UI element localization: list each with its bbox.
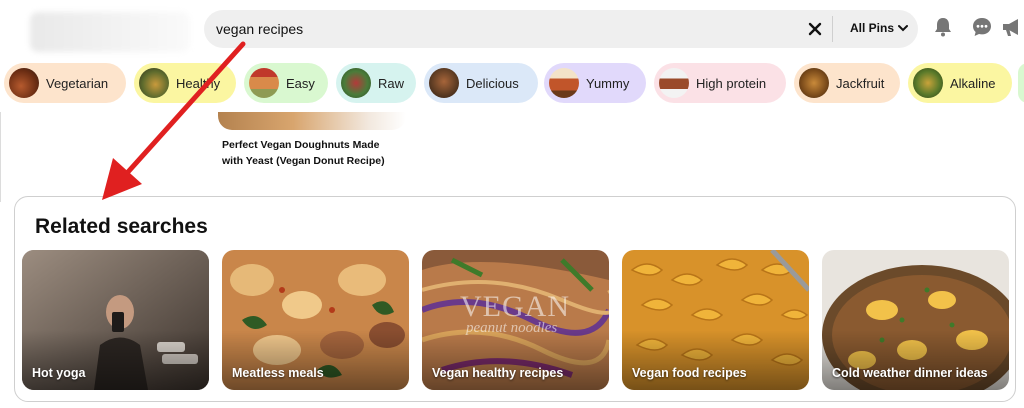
- chip-label: High protein: [696, 76, 767, 91]
- chip-thumbnail: [429, 68, 459, 98]
- related-card-vegan-food-recipes[interactable]: Vegan food recipes: [622, 250, 809, 390]
- chip-label: Healthy: [176, 76, 221, 91]
- search-divider: [832, 16, 833, 42]
- card-label: Vegan healthy recipes: [432, 366, 564, 380]
- search-bar[interactable]: vegan recipes All Pins: [204, 10, 918, 48]
- card-label: Hot yoga: [32, 366, 86, 380]
- pin-title[interactable]: Perfect Vegan Doughnuts Made with Yeast …: [222, 137, 402, 169]
- chip-label: Jackfruit: [836, 76, 885, 91]
- chip-healthy[interactable]: Healthy: [134, 63, 236, 103]
- card-gradient: [22, 330, 209, 390]
- pin-image[interactable]: [218, 112, 406, 130]
- chat-icon[interactable]: [971, 16, 993, 38]
- chip-jackfruit[interactable]: Jackfruit: [794, 63, 900, 103]
- chip-easy[interactable]: Easy: [244, 63, 328, 103]
- card-label: Cold weather dinner ideas: [832, 366, 988, 380]
- chip-thumbnail: [341, 68, 371, 98]
- search-input[interactable]: vegan recipes: [216, 21, 303, 37]
- chip-thumbnail: [913, 68, 943, 98]
- filter-chip-row: Vegetarian Healthy Easy Raw Delicious Yu…: [0, 63, 1024, 105]
- chip-thumbnail: [249, 68, 279, 98]
- card-gradient: [422, 330, 609, 390]
- card-overlay-title: VEGAN: [460, 290, 570, 323]
- chip-thumbnail: [799, 68, 829, 98]
- search-scope-dropdown[interactable]: All Pins: [850, 21, 909, 35]
- chip-label: Yummy: [586, 76, 630, 91]
- related-card-vegan-healthy-recipes[interactable]: VEGAN peanut noodles Vegan healthy recip…: [422, 250, 609, 390]
- blurred-logo[interactable]: [30, 12, 190, 52]
- card-gradient: [622, 330, 809, 390]
- related-card-cold-weather-dinner-ideas[interactable]: Cold weather dinner ideas: [822, 250, 1009, 390]
- chip-label: Vegetarian: [46, 76, 109, 91]
- chevron-down-icon: [898, 25, 909, 32]
- close-icon: [808, 22, 822, 36]
- scope-label: All Pins: [850, 21, 895, 35]
- chip-thumbnail: [9, 68, 39, 98]
- card-gradient: [222, 330, 409, 390]
- related-card-meatless-meals[interactable]: Meatless meals: [222, 250, 409, 390]
- chip-yummy[interactable]: Yummy: [544, 63, 646, 103]
- chip-label: Easy: [286, 76, 315, 91]
- chip-alkaline[interactable]: Alkaline: [908, 63, 1012, 103]
- chip-label: Raw: [378, 76, 405, 91]
- related-card-hot-yoga[interactable]: Hot yoga: [22, 250, 209, 390]
- chip-thumbnail: [139, 68, 169, 98]
- chip-partial[interactable]: [1018, 63, 1024, 103]
- related-searches-title: Related searches: [35, 215, 208, 238]
- chip-thumbnail: [549, 68, 579, 98]
- chip-label: Alkaline: [950, 76, 996, 91]
- card-gradient: [822, 330, 1009, 390]
- card-label: Vegan food recipes: [632, 366, 747, 380]
- clear-search-button[interactable]: [804, 18, 826, 40]
- left-edge-divider: [0, 112, 1, 202]
- megaphone-icon[interactable]: [1000, 16, 1022, 38]
- chip-vegetarian[interactable]: Vegetarian: [4, 63, 126, 103]
- chip-raw[interactable]: Raw: [336, 63, 416, 103]
- related-searches-panel: Related searches Hot yoga Meatless meals…: [14, 196, 1016, 402]
- card-label: Meatless meals: [232, 366, 324, 380]
- bell-icon[interactable]: [932, 16, 954, 38]
- chip-high-protein[interactable]: High protein: [654, 63, 786, 103]
- chip-delicious[interactable]: Delicious: [424, 63, 538, 103]
- chip-label: Delicious: [466, 76, 519, 91]
- chip-thumbnail: [659, 68, 689, 98]
